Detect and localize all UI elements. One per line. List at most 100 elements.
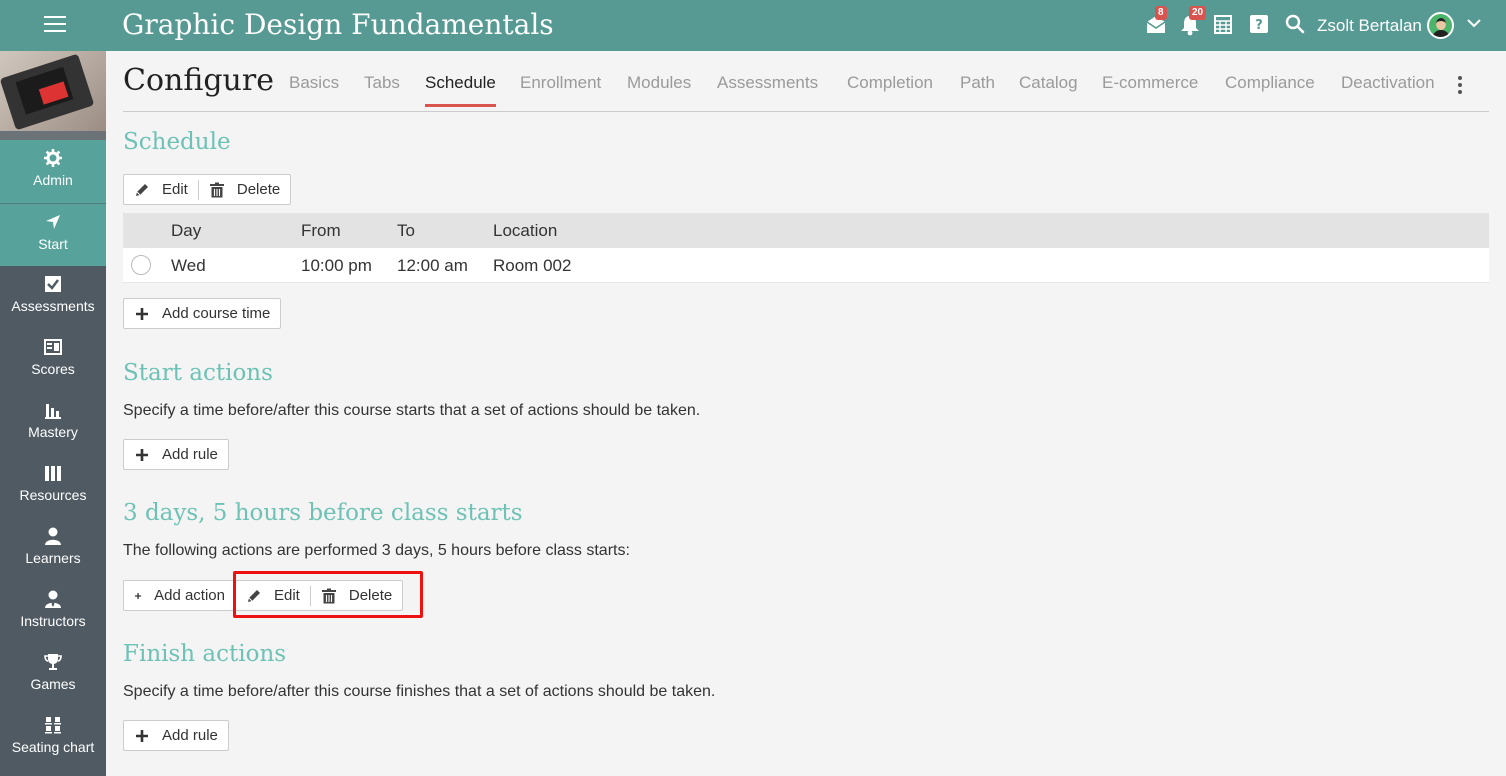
- start-actions-title: Start actions: [123, 360, 273, 386]
- main-content: Configure Basics Tabs Schedule Enrollmen…: [106, 51, 1506, 776]
- add-course-time-group: Add course time: [123, 298, 282, 329]
- sidebar-item-label: Games: [30, 676, 76, 692]
- finish-add-rule-button[interactable]: Add rule: [124, 721, 228, 750]
- app-title: Graphic Design Fundamentals: [122, 8, 554, 41]
- cell-day: Wed: [171, 256, 206, 275]
- start-add-rule-group: Add rule: [123, 439, 229, 470]
- sidebar-item-label: Mastery: [28, 424, 78, 440]
- schedule-title: Schedule: [123, 129, 231, 155]
- sidebar: Admin Start Assessments Scores Mastery R…: [0, 51, 106, 776]
- tab-schedule[interactable]: Schedule: [425, 73, 496, 107]
- delete-label: Delete: [236, 181, 281, 198]
- tab-modules[interactable]: Modules: [627, 73, 691, 104]
- search-icon[interactable]: [1285, 14, 1309, 38]
- finish-actions-description: Specify a time before/after this course …: [123, 683, 716, 700]
- tab-enrollment[interactable]: Enrollment: [520, 73, 601, 104]
- tabs-divider: [123, 111, 1489, 112]
- sidebar-item-instructors[interactable]: Instructors: [0, 581, 106, 644]
- schedule-table: Day From To Location Wed 10:00 pm 12:00 …: [123, 213, 1489, 283]
- plus-icon: [136, 307, 148, 320]
- calendar-icon[interactable]: [1214, 14, 1238, 38]
- cell-location: Room 002: [493, 256, 572, 275]
- gradebook-icon: [44, 339, 62, 355]
- more-tabs-icon[interactable]: [1458, 76, 1462, 94]
- pencil-icon: [136, 183, 148, 196]
- messages-icon[interactable]: 8: [1145, 6, 1169, 38]
- tab-basics[interactable]: Basics: [289, 73, 339, 104]
- tab-e-commerce[interactable]: E-commerce: [1102, 73, 1198, 104]
- help-icon[interactable]: ?: [1250, 14, 1274, 38]
- start-add-rule-button[interactable]: Add rule: [124, 440, 228, 469]
- tab-path[interactable]: Path: [960, 73, 995, 104]
- row-select-radio[interactable]: [131, 255, 151, 275]
- plus-icon: [136, 448, 148, 461]
- checkbox-icon: [45, 276, 61, 292]
- sidebar-item-label: Admin: [33, 172, 73, 188]
- sidebar-item-learners[interactable]: Learners: [0, 518, 106, 581]
- add-action-button[interactable]: Add action: [124, 581, 235, 610]
- sidebar-item-label: Instructors: [20, 613, 86, 629]
- person-icon: [45, 527, 61, 545]
- column-header-location: Location: [493, 221, 558, 240]
- books-icon: [45, 466, 61, 481]
- sidebar-item-seating-chart[interactable]: Seating chart: [0, 707, 106, 770]
- course-thumbnail[interactable]: [0, 51, 106, 131]
- sidebar-item-label: Start: [38, 236, 68, 252]
- rule-description: The following actions are performed 3 da…: [123, 542, 630, 559]
- sidebar-item-resources[interactable]: Resources: [0, 455, 106, 518]
- tab-catalog[interactable]: Catalog: [1019, 73, 1078, 104]
- messages-badge: 8: [1155, 6, 1167, 20]
- avatar[interactable]: [1427, 12, 1454, 39]
- schedule-actions: Edit Delete: [123, 174, 292, 205]
- tab-compliance[interactable]: Compliance: [1225, 73, 1315, 104]
- column-header-to: To: [397, 221, 415, 240]
- add-course-time-button[interactable]: Add course time: [124, 299, 280, 328]
- sidebar-item-label: Scores: [31, 361, 75, 377]
- add-action-label: Add action: [154, 587, 225, 604]
- delete-schedule-button[interactable]: Delete: [199, 175, 290, 204]
- gear-icon: [44, 149, 62, 167]
- navigation-arrow-icon: [46, 215, 60, 229]
- instructor-icon: [45, 590, 61, 608]
- add-course-time-label: Add course time: [162, 305, 271, 322]
- tab-completion[interactable]: Completion: [847, 73, 933, 104]
- thumbnail-divider: [0, 131, 106, 140]
- sidebar-item-scores[interactable]: Scores: [0, 329, 106, 392]
- sidebar-item-admin[interactable]: Admin: [0, 140, 106, 203]
- edit-schedule-button[interactable]: Edit: [124, 175, 198, 204]
- top-bar: Graphic Design Fundamentals 8 20 ? Zsolt…: [0, 0, 1506, 51]
- sidebar-item-start[interactable]: Start: [0, 203, 106, 266]
- trash-icon: [209, 182, 224, 197]
- menu-icon[interactable]: [44, 16, 66, 34]
- tab-tabs[interactable]: Tabs: [364, 73, 400, 104]
- sidebar-item-games[interactable]: Games: [0, 644, 106, 707]
- sidebar-item-label: Assessments: [11, 298, 95, 314]
- edit-label: Edit: [162, 181, 188, 198]
- user-name[interactable]: Zsolt Bertalan: [1317, 16, 1422, 36]
- tab-deactivation[interactable]: Deactivation: [1341, 73, 1435, 104]
- tab-assessments[interactable]: Assessments: [717, 73, 818, 104]
- finish-add-rule-group: Add rule: [123, 720, 229, 751]
- rule-title: 3 days, 5 hours before class starts: [123, 500, 523, 526]
- sidebar-item-mastery[interactable]: Mastery: [0, 392, 106, 455]
- notifications-icon[interactable]: 20: [1180, 6, 1207, 38]
- highlight-box: [233, 571, 423, 618]
- plus-icon: [135, 592, 142, 599]
- chevron-down-icon[interactable]: [1466, 15, 1482, 31]
- page-title: Configure: [123, 63, 274, 98]
- table-header: Day From To Location: [123, 213, 1489, 248]
- sidebar-item-label: Seating chart: [11, 739, 95, 755]
- column-header-day: Day: [171, 221, 202, 240]
- sidebar-item-label: Resources: [19, 487, 87, 503]
- start-actions-description: Specify a time before/after this course …: [123, 402, 701, 419]
- trophy-icon: [44, 654, 62, 670]
- sidebar-item-label: Learners: [25, 550, 81, 566]
- add-rule-label: Add rule: [162, 727, 218, 744]
- sidebar-item-assessments[interactable]: Assessments: [0, 266, 106, 329]
- table-row[interactable]: Wed 10:00 pm 12:00 am Room 002: [123, 248, 1489, 283]
- finish-actions-title: Finish actions: [123, 641, 287, 667]
- svg-text:?: ?: [1255, 18, 1263, 33]
- add-rule-label: Add rule: [162, 446, 218, 463]
- notifications-badge: 20: [1189, 6, 1207, 20]
- cell-to: 12:00 am: [397, 256, 468, 275]
